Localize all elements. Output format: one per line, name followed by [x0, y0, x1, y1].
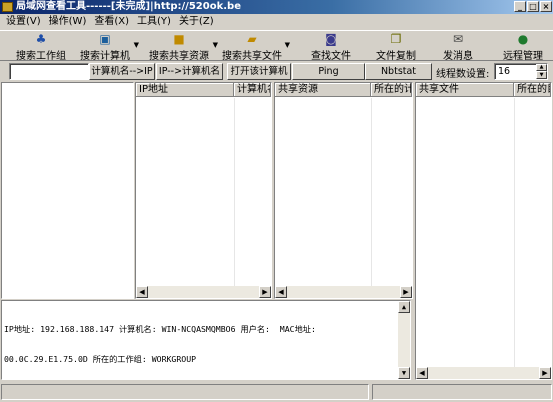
column-share[interactable]: 共享资源 — [275, 83, 371, 97]
scroll-left-icon[interactable]: ◀ — [136, 286, 148, 298]
nbtstat-button[interactable]: Nbtstat — [365, 63, 432, 80]
thread-count-value: 16 — [498, 66, 511, 77]
menu-about[interactable]: 关于(Z) — [175, 14, 218, 29]
open-folder-icon: ▰ — [247, 32, 257, 46]
spin-up-icon[interactable]: ▲ — [536, 64, 547, 71]
chevron-down-icon[interactable]: ▼ — [213, 41, 218, 49]
chevron-down-icon[interactable]: ▼ — [285, 41, 290, 49]
search-computer-button[interactable]: ▣ 搜索计算机 ▼ — [78, 31, 139, 63]
scroll-up-icon[interactable]: ▲ — [398, 301, 410, 313]
menu-actions[interactable]: 操作(W) — [45, 14, 91, 29]
title-bar[interactable]: 局域网查看工具------[未完成]|http://520ok.be _ □ × — [0, 0, 553, 14]
name-to-ip-button[interactable]: 计算机名-->IP — [89, 63, 155, 80]
message-icon: ✉ — [452, 32, 464, 46]
scroll-right-icon[interactable]: ▶ — [539, 367, 551, 379]
menu-view[interactable]: 查看(X) — [90, 14, 133, 29]
ip-to-name-button[interactable]: IP-->计算机名 — [156, 63, 223, 80]
column-divider — [514, 98, 515, 367]
column-file[interactable]: 共享文件 — [416, 83, 514, 97]
scroll-left-icon[interactable]: ◀ — [275, 286, 287, 298]
scroll-down-icon[interactable]: ▼ — [398, 367, 410, 379]
ping-button[interactable]: Ping — [292, 63, 365, 80]
log-output[interactable]: IP地址: 192.168.188.147 计算机名: WIN-NCQASMQM… — [1, 300, 411, 380]
column-divider — [371, 98, 372, 286]
column-divider — [234, 98, 235, 286]
remote-manage-button[interactable]: ● 远程管理 — [500, 31, 546, 63]
scroll-right-icon[interactable]: ▶ — [400, 286, 412, 298]
maximize-button[interactable]: □ — [527, 1, 539, 12]
address-input[interactable] — [9, 63, 89, 80]
horizontal-scrollbar[interactable]: ◀ ▶ — [416, 367, 551, 379]
thread-count-stepper[interactable]: 16 ▲ ▼ — [494, 63, 548, 80]
close-button[interactable]: × — [540, 1, 552, 12]
status-cell — [1, 384, 369, 400]
vertical-scrollbar[interactable]: ▲ ▼ — [398, 301, 410, 379]
find-file-button[interactable]: ◙ 查找文件 — [309, 31, 353, 63]
copy-icon: ❐ — [390, 32, 402, 46]
column-file-location[interactable]: 所在的目录 — [514, 83, 551, 97]
status-cell — [372, 384, 552, 400]
column-ip[interactable]: IP地址 — [136, 83, 234, 97]
scroll-right-icon[interactable]: ▶ — [259, 286, 271, 298]
send-message-label: 发消息 — [443, 51, 473, 62]
log-line: 00.0C.29.E1.75.0D 所在的工作组: WORKGROUP — [4, 354, 197, 364]
search-workgroup-button[interactable]: ♣ 搜索工作组 — [14, 31, 68, 63]
shared-folder-icon: ■ — [173, 32, 185, 46]
spin-down-icon[interactable]: ▼ — [536, 71, 547, 79]
column-share-location[interactable]: 所在的计算机 — [371, 83, 412, 97]
log-line: IP地址: 192.168.188.147 计算机名: WIN-NCQASMQM… — [4, 324, 316, 334]
send-message-button[interactable]: ✉ 发消息 — [441, 31, 475, 63]
search-workgroup-label: 搜索工作组 — [16, 51, 66, 62]
computer-icon: ▣ — [99, 32, 111, 46]
command-bar: 计算机名-->IP IP-->计算机名 打开该计算机 Ping Nbtstat … — [0, 62, 553, 81]
copy-file-label: 文件复制 — [376, 51, 416, 62]
search-share-file-button[interactable]: ▰ 搜索共享文件 ▼ — [221, 31, 290, 63]
find-icon: ◙ — [325, 32, 337, 46]
open-computer-button[interactable]: 打开该计算机 — [227, 63, 291, 80]
horizontal-scrollbar[interactable]: ◀ ▶ — [136, 286, 271, 298]
menu-tools[interactable]: 工具(Y) — [133, 14, 175, 29]
app-icon — [2, 2, 13, 12]
search-computer-label: 搜索计算机 — [80, 51, 130, 62]
workgroup-icon: ♣ — [35, 32, 47, 46]
menu-settings[interactable]: 设置(V) — [2, 14, 45, 29]
column-computer-name[interactable]: 计算机名 — [234, 83, 271, 97]
find-file-label: 查找文件 — [311, 51, 351, 62]
chevron-down-icon[interactable]: ▼ — [134, 41, 139, 49]
search-share-label: 搜索共享资源 — [149, 51, 209, 62]
minimize-button[interactable]: _ — [514, 1, 526, 12]
copy-file-button[interactable]: ❐ 文件复制 — [374, 31, 418, 63]
window-title: 局域网查看工具------[未完成]|http://520ok.be — [16, 1, 241, 12]
file-list[interactable]: 共享文件 所在的目录 ◀ ▶ — [415, 82, 552, 380]
globe-icon: ● — [517, 32, 529, 46]
workgroup-tree[interactable] — [1, 82, 134, 299]
scroll-left-icon[interactable]: ◀ — [416, 367, 428, 379]
menu-bar: 设置(V) 操作(W) 查看(X) 工具(Y) 关于(Z) — [0, 14, 553, 29]
share-list[interactable]: 共享资源 所在的计算机 ◀ ▶ — [274, 82, 413, 299]
thread-count-label: 线程数设置: — [436, 69, 490, 80]
search-share-file-label: 搜索共享文件 — [222, 51, 282, 62]
search-share-button[interactable]: ■ 搜索共享资源 ▼ — [147, 31, 218, 63]
horizontal-scrollbar[interactable]: ◀ ▶ — [275, 286, 412, 298]
remote-manage-label: 远程管理 — [503, 51, 543, 62]
computer-list[interactable]: IP地址 计算机名 ◀ ▶ — [135, 82, 272, 299]
toolbar: ♣ 搜索工作组 ▣ 搜索计算机 ▼ ■ 搜索共享资源 ▼ ▰ 搜索共享文件 ▼ … — [0, 30, 553, 63]
status-bar — [0, 382, 553, 402]
